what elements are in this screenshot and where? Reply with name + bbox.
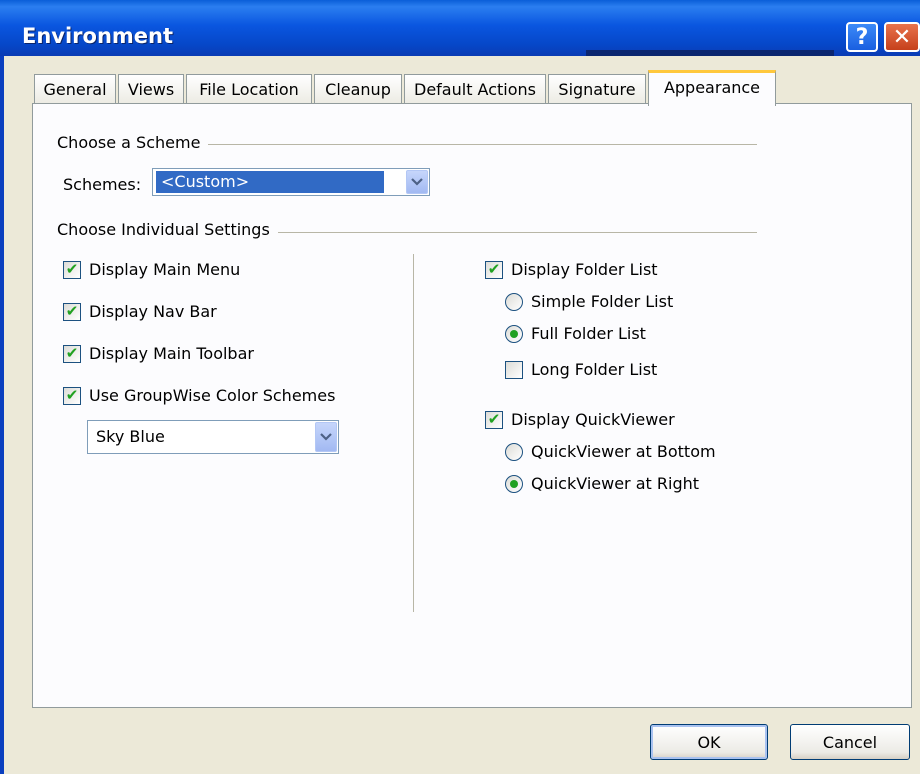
quickviewer-right-label: QuickViewer at Right xyxy=(531,474,700,493)
quickviewer-bottom-radio[interactable]: QuickViewer at Bottom xyxy=(505,442,716,461)
close-button[interactable]: ✕ xyxy=(884,22,920,52)
title-bar[interactable]: Environment ? ✕ xyxy=(0,0,920,56)
radio-selected-icon xyxy=(505,324,523,343)
display-folder-list-label: Display Folder List xyxy=(511,260,658,279)
use-groupwise-color-schemes-label: Use GroupWise Color Schemes xyxy=(89,386,336,405)
tab-appearance[interactable]: Appearance xyxy=(648,70,776,106)
tab-file-location[interactable]: File Location xyxy=(186,74,312,104)
checkbox-empty-icon xyxy=(505,360,523,379)
display-nav-bar-checkbox[interactable]: ✔ Display Nav Bar xyxy=(63,302,217,321)
chevron-down-icon[interactable] xyxy=(315,422,337,452)
ok-button[interactable]: OK xyxy=(650,724,768,760)
tab-signature[interactable]: Signature xyxy=(548,74,646,104)
color-scheme-selected-value: Sky Blue xyxy=(96,427,165,446)
cancel-button[interactable]: Cancel xyxy=(790,724,910,760)
display-main-toolbar-label: Display Main Toolbar xyxy=(89,344,254,363)
radio-selected-icon xyxy=(505,474,523,493)
long-folder-list-checkbox[interactable]: Long Folder List xyxy=(505,360,657,379)
long-folder-list-label: Long Folder List xyxy=(531,360,658,379)
tab-general[interactable]: General xyxy=(34,74,116,104)
radio-empty-icon xyxy=(505,292,523,311)
full-folder-list-radio[interactable]: Full Folder List xyxy=(505,324,646,343)
display-quickviewer-checkbox[interactable]: ✔ Display QuickViewer xyxy=(485,410,675,429)
simple-folder-list-radio[interactable]: Simple Folder List xyxy=(505,292,673,311)
window-title: Environment xyxy=(22,24,174,48)
scheme-group-label: Choose a Scheme xyxy=(57,133,209,152)
full-folder-list-label: Full Folder List xyxy=(531,324,646,343)
checkmark-icon: ✔ xyxy=(485,260,503,279)
schemes-label: Schemes: xyxy=(63,175,142,194)
use-groupwise-color-schemes-checkbox[interactable]: ✔ Use GroupWise Color Schemes xyxy=(63,386,335,405)
checkmark-icon: ✔ xyxy=(63,386,81,405)
tab-strip: General Views File Location Cleanup Defa… xyxy=(34,70,794,106)
individual-group-label: Choose Individual Settings xyxy=(57,220,278,239)
quickviewer-right-radio[interactable]: QuickViewer at Right xyxy=(505,474,699,493)
chevron-down-icon[interactable] xyxy=(406,170,428,194)
checkmark-icon: ✔ xyxy=(63,260,81,279)
tab-default-actions[interactable]: Default Actions xyxy=(404,74,546,104)
tab-views[interactable]: Views xyxy=(118,74,184,104)
color-scheme-dropdown[interactable]: Sky Blue xyxy=(87,420,339,454)
simple-folder-list-label: Simple Folder List xyxy=(531,292,674,311)
help-button[interactable]: ? xyxy=(846,22,878,52)
display-quickviewer-label: Display QuickViewer xyxy=(511,410,675,429)
appearance-panel: Choose a Scheme Schemes: <Custom> Choose… xyxy=(32,103,912,708)
checkmark-icon: ✔ xyxy=(485,410,503,429)
display-main-menu-label: Display Main Menu xyxy=(89,260,241,279)
display-nav-bar-label: Display Nav Bar xyxy=(89,302,217,321)
environment-dialog: Environment ? ✕ General Views File Locat… xyxy=(0,0,920,774)
checkmark-icon: ✔ xyxy=(63,344,81,363)
title-bar-shadow xyxy=(586,50,834,56)
display-main-toolbar-checkbox[interactable]: ✔ Display Main Toolbar xyxy=(63,344,254,363)
quickviewer-bottom-label: QuickViewer at Bottom xyxy=(531,442,716,461)
column-divider xyxy=(413,254,414,612)
display-folder-list-checkbox[interactable]: ✔ Display Folder List xyxy=(485,260,658,279)
checkmark-icon: ✔ xyxy=(63,302,81,321)
display-main-menu-checkbox[interactable]: ✔ Display Main Menu xyxy=(63,260,240,279)
radio-empty-icon xyxy=(505,442,523,461)
schemes-selected-value: <Custom> xyxy=(156,171,384,193)
schemes-dropdown[interactable]: <Custom> xyxy=(152,168,430,196)
tab-cleanup[interactable]: Cleanup xyxy=(314,74,402,104)
